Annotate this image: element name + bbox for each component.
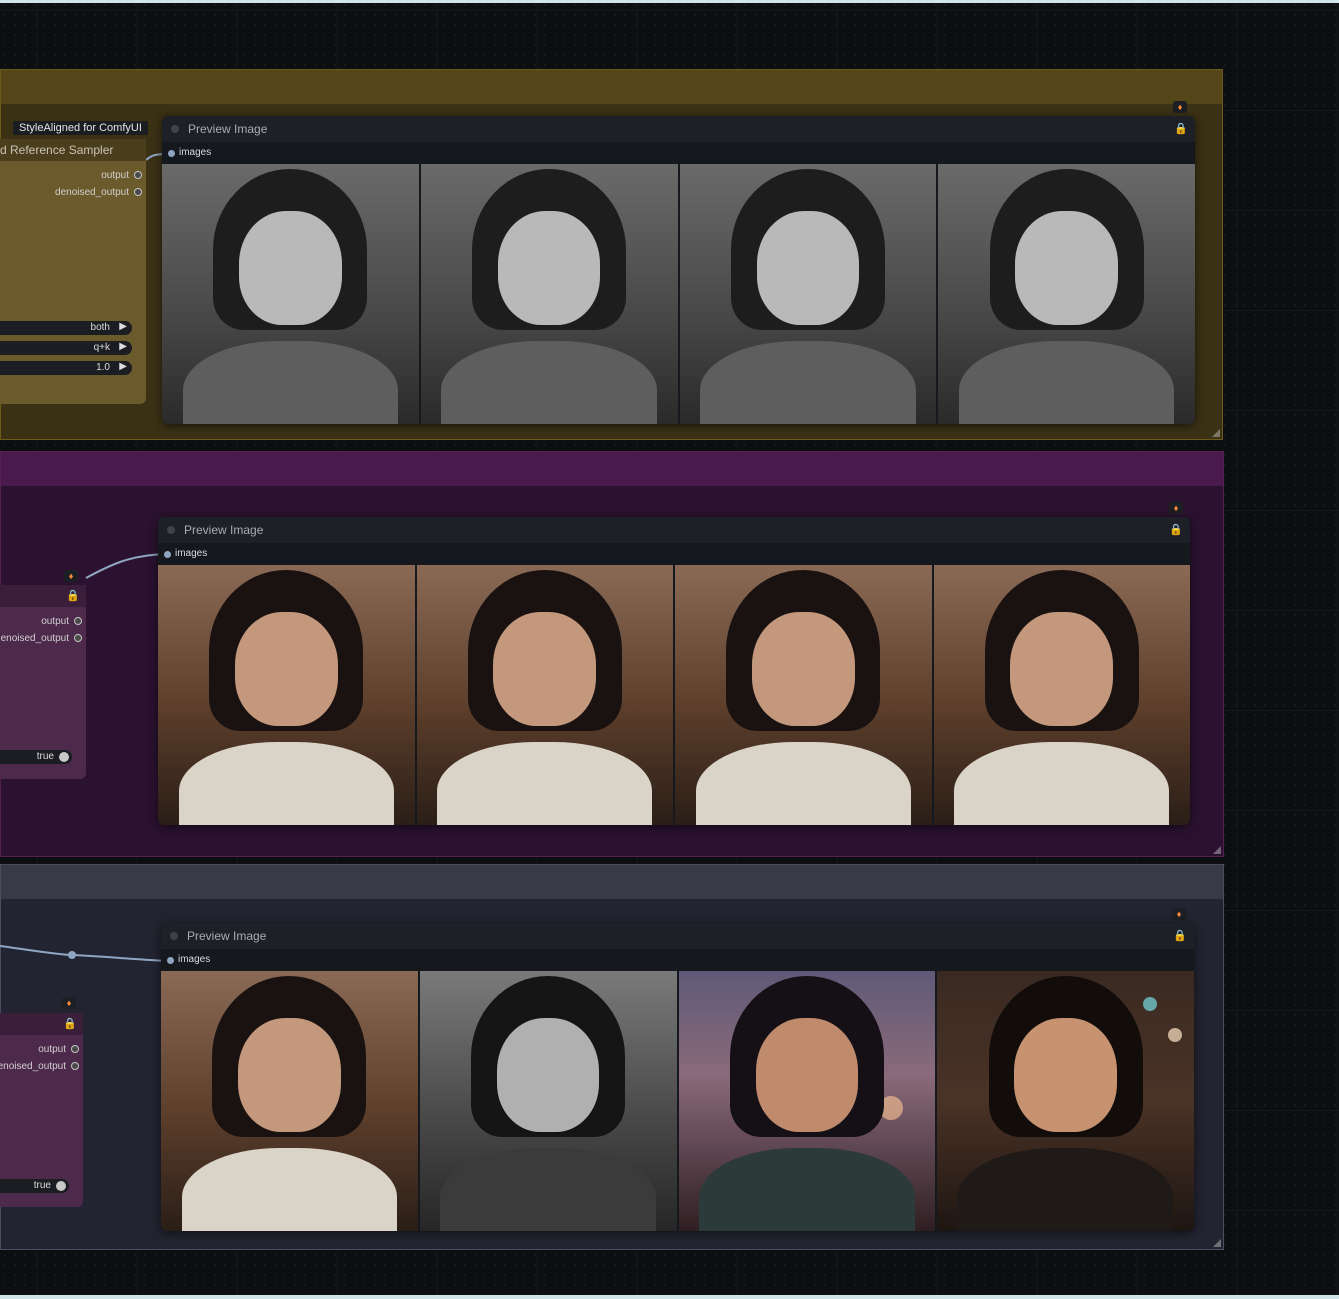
output-slot-icon[interactable] xyxy=(71,1045,79,1053)
preview-image[interactable] xyxy=(935,971,1194,1231)
node-titlebar[interactable]: Preview Image 🔒 xyxy=(162,116,1195,142)
node-titlebar[interactable]: Preview Image 🔒 xyxy=(158,517,1190,543)
preview-image[interactable] xyxy=(676,971,936,1231)
fox-icon[interactable]: ♦ xyxy=(1169,502,1183,514)
link-sampler2-preview2 xyxy=(85,553,167,579)
collapse-dot-icon[interactable] xyxy=(170,932,178,940)
node-title: Preview Image xyxy=(188,122,268,136)
preview-image[interactable] xyxy=(673,565,932,825)
canvas-bottom-border xyxy=(0,1295,1339,1299)
output-label: output xyxy=(38,1044,66,1055)
lock-icon[interactable]: 🔒 xyxy=(1173,929,1187,942)
lock-icon[interactable]: 🔒 xyxy=(63,1017,77,1030)
preview-image[interactable] xyxy=(161,971,418,1231)
reference-sampler-node-2[interactable]: 🔒 output enoised_output true xyxy=(0,585,86,779)
preview-image[interactable] xyxy=(418,164,678,424)
lock-icon[interactable]: 🔒 xyxy=(66,589,80,602)
triangle-right-icon[interactable]: ▶ xyxy=(119,341,127,352)
widget-value: both xyxy=(90,322,110,333)
preview-image[interactable] xyxy=(417,971,677,1231)
input-label: images xyxy=(175,548,208,559)
slot-dot-icon[interactable] xyxy=(167,957,174,964)
node-titlebar[interactable]: 🔒 xyxy=(0,585,86,607)
image-grid xyxy=(158,565,1190,825)
widget-toggle[interactable]: true xyxy=(0,1179,69,1193)
node-title: Preview Image xyxy=(187,929,267,943)
widget-toggle[interactable]: true xyxy=(0,750,72,764)
preview-image[interactable] xyxy=(936,164,1195,424)
widget-scale[interactable]: 1.0 ▶ xyxy=(0,361,132,375)
fox-icon[interactable]: ♦ xyxy=(1172,908,1186,920)
preview-image[interactable] xyxy=(158,565,415,825)
output-slot-icon[interactable] xyxy=(134,171,142,179)
lock-icon[interactable]: 🔒 xyxy=(1169,523,1183,536)
widget-share-attn[interactable]: q+k ▶ xyxy=(0,341,132,355)
group-title-badge: StyleAligned for ComfyUI xyxy=(13,121,148,135)
reference-sampler-node-1[interactable]: d Reference Sampler output denoised_outp… xyxy=(0,139,146,404)
preview-image[interactable] xyxy=(162,164,419,424)
node-titlebar[interactable]: d Reference Sampler xyxy=(0,139,146,161)
denoised-output-label: enoised_output xyxy=(0,1061,66,1072)
node-titlebar[interactable]: 🔒 xyxy=(0,1013,83,1035)
input-label: images xyxy=(179,147,212,158)
slot-dot-icon[interactable] xyxy=(164,551,171,558)
denoised-output-slot-icon[interactable] xyxy=(71,1062,79,1070)
denoised-output-label: enoised_output xyxy=(0,633,69,644)
node-titlebar[interactable]: Preview Image 🔒 xyxy=(161,923,1194,949)
preview-image-node-3[interactable]: Preview Image 🔒 images xyxy=(161,923,1194,1231)
output-label: output xyxy=(41,616,69,627)
collapse-dot-icon[interactable] xyxy=(171,125,179,133)
reroute-dot xyxy=(68,951,76,959)
slot-dot-icon[interactable] xyxy=(168,150,175,157)
node-title: d Reference Sampler xyxy=(0,143,114,157)
reference-sampler-node-3[interactable]: 🔒 output enoised_output true xyxy=(0,1013,83,1207)
preview-image[interactable] xyxy=(677,164,937,424)
denoised-output-label: denoised_output xyxy=(55,187,129,198)
denoised-output-slot-icon[interactable] xyxy=(134,188,142,196)
widget-value: 1.0 xyxy=(96,362,110,373)
preview-image-node-2[interactable]: Preview Image 🔒 images xyxy=(158,517,1190,825)
preview-image[interactable] xyxy=(414,565,673,825)
fox-icon[interactable]: ♦ xyxy=(1173,101,1187,113)
image-grid xyxy=(161,971,1194,1231)
triangle-right-icon[interactable]: ▶ xyxy=(119,321,127,332)
toggle-value: true xyxy=(33,1180,51,1191)
node-title: Preview Image xyxy=(184,523,264,537)
fox-icon[interactable]: ♦ xyxy=(64,570,78,582)
output-slot-icon[interactable] xyxy=(74,617,82,625)
toggle-knob-icon[interactable] xyxy=(56,1181,66,1191)
lock-icon[interactable]: 🔒 xyxy=(1174,122,1188,135)
collapse-dot-icon[interactable] xyxy=(167,526,175,534)
output-label: output xyxy=(101,170,129,181)
input-label: images xyxy=(178,954,211,965)
preview-image-node-1[interactable]: Preview Image 🔒 images xyxy=(162,116,1195,424)
triangle-right-icon[interactable]: ▶ xyxy=(119,361,127,372)
widget-value: q+k xyxy=(93,342,110,353)
denoised-output-slot-icon[interactable] xyxy=(74,634,82,642)
image-grid xyxy=(162,164,1195,424)
toggle-value: true xyxy=(36,751,54,762)
preview-image[interactable] xyxy=(931,565,1190,825)
toggle-knob-icon[interactable] xyxy=(59,752,69,762)
fox-icon[interactable]: ♦ xyxy=(62,997,76,1009)
widget-share[interactable]: both ▶ xyxy=(0,321,132,335)
link-sampler3-preview3 xyxy=(0,945,171,962)
